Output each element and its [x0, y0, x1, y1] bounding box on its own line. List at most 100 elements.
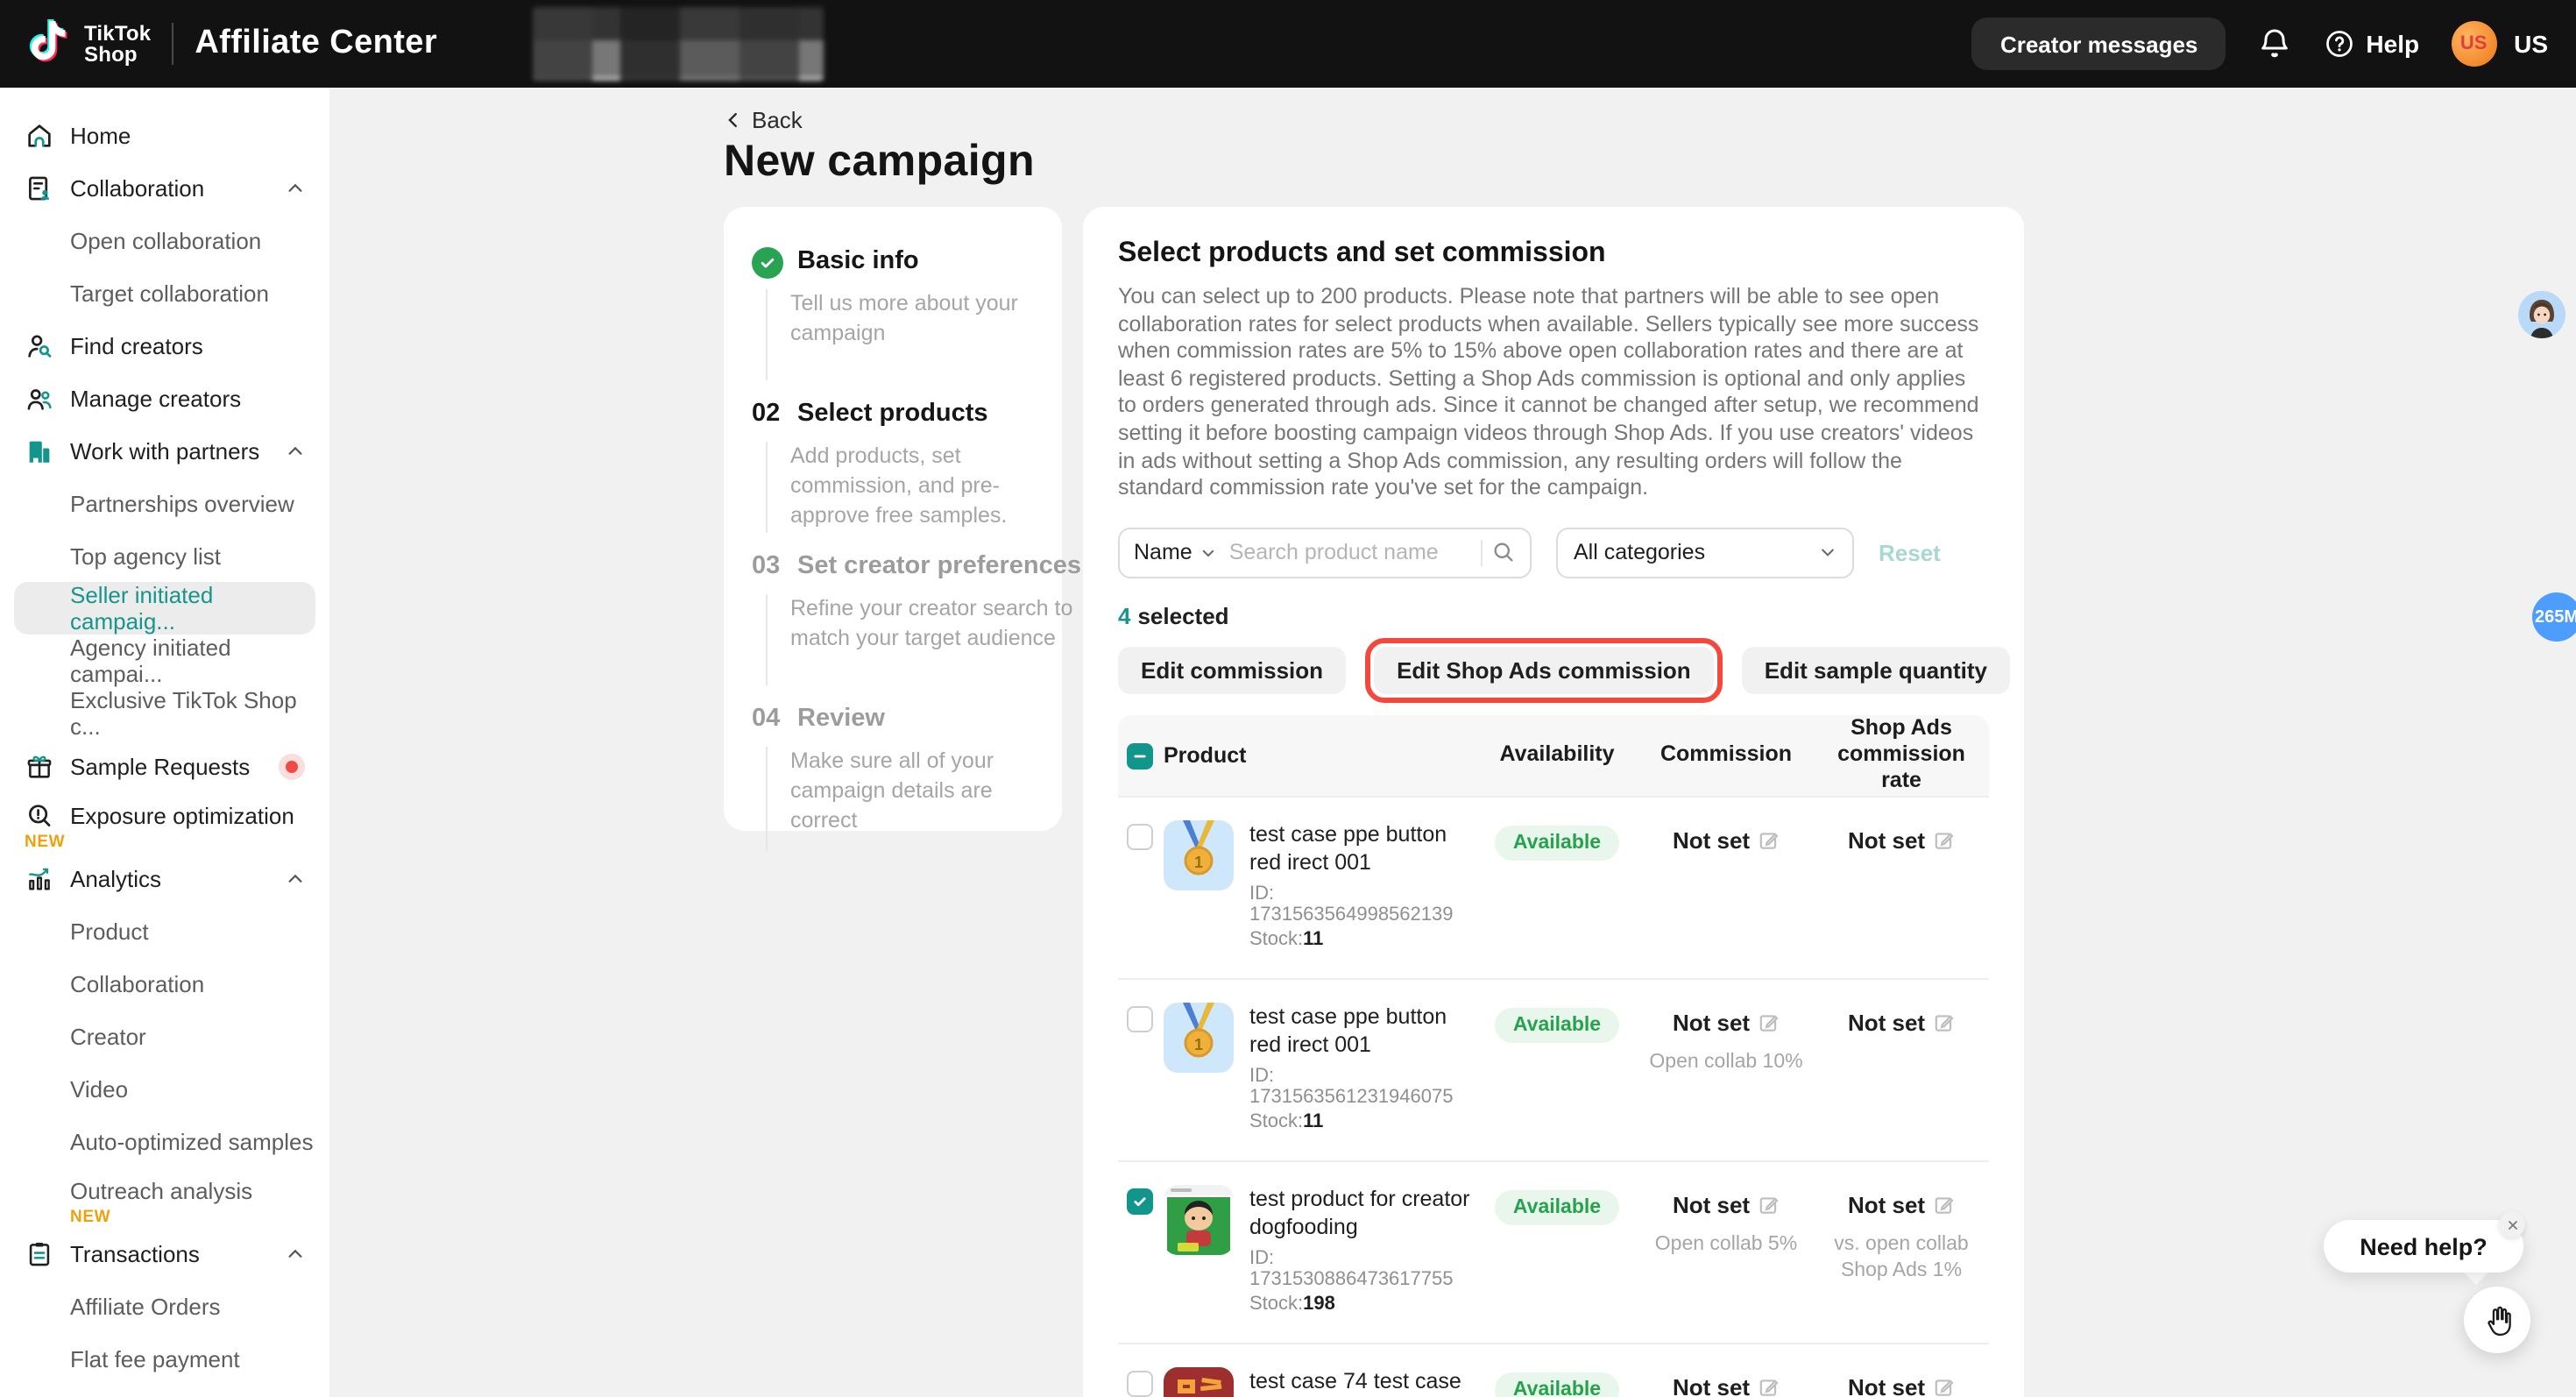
- sidebar-item-exclusive-tiktok-shop[interactable]: Exclusive TikTok Shop c...: [0, 687, 329, 740]
- product-image-red-calligraphy: [1164, 1367, 1234, 1397]
- collaboration-icon: [25, 173, 54, 202]
- find-creators-icon: [25, 330, 54, 360]
- sidebar-nav: Home Collaboration Open collaboration Ta…: [0, 88, 329, 1397]
- product-image-medal: 1: [1164, 820, 1234, 890]
- sidebar-item-work-with-partners[interactable]: Work with partners: [0, 424, 329, 477]
- count-badge[interactable]: 265M: [2532, 592, 2576, 642]
- help-button[interactable]: Help: [2324, 28, 2419, 60]
- edit-commission-icon[interactable]: [1757, 1011, 1780, 1034]
- chevron-up-icon: [286, 178, 305, 197]
- svg-text:1: 1: [1194, 854, 1203, 871]
- sidebar-item-analytics[interactable]: Analytics: [0, 852, 329, 904]
- edit-shop-ads-icon[interactable]: [1932, 1194, 1955, 1216]
- close-icon[interactable]: [2499, 1211, 2525, 1237]
- analytics-icon: [25, 863, 54, 893]
- panel-description: You can select up to 200 products. Pleas…: [1118, 284, 1989, 503]
- sidebar-item-sample-requests[interactable]: Sample Requests: [0, 740, 329, 792]
- sidebar-item-open-collaboration[interactable]: Open collaboration: [0, 214, 329, 266]
- sidebar-item-flat-fee-payment[interactable]: Flat fee payment: [0, 1332, 329, 1385]
- edit-shop-ads-icon[interactable]: [1932, 1011, 1955, 1034]
- step-review: 04 Review Make sure all of your campaign…: [752, 703, 1034, 869]
- sidebar-item-target-collaboration[interactable]: Target collaboration: [0, 266, 329, 319]
- sidebar-item-affiliate-orders[interactable]: Affiliate Orders: [0, 1280, 329, 1332]
- app-window: TikTok Shop Affiliate Center Creator mes…: [0, 0, 2576, 1397]
- notification-dot-badge: [279, 753, 305, 779]
- sidebar-item-manage-creators[interactable]: Manage creators: [0, 372, 329, 424]
- sidebar-item-analytics-product[interactable]: Product: [0, 904, 329, 957]
- selection-count: 4selected: [1118, 603, 1989, 629]
- edit-shop-ads-icon[interactable]: [1932, 829, 1955, 852]
- need-help-bubble[interactable]: Need help?: [2324, 1220, 2523, 1273]
- table-row: test product for creator dogfooding ID: …: [1118, 1160, 1989, 1343]
- gift-icon: [25, 751, 54, 781]
- brand-logo[interactable]: TikTok Shop: [0, 18, 151, 70]
- edit-sample-quantity-button[interactable]: Edit sample quantity: [1742, 647, 2010, 694]
- sidebar-item-auto-optimized-samples[interactable]: Auto-optimized samples: [0, 1115, 329, 1167]
- help-hand-button[interactable]: [2464, 1287, 2530, 1353]
- panel-heading: Select products and set commission: [1118, 238, 1989, 270]
- assistant-avatar[interactable]: [2518, 291, 2565, 338]
- product-image-cartoon: [1164, 1185, 1234, 1255]
- user-avatar[interactable]: US: [2451, 21, 2496, 67]
- edit-commission-icon[interactable]: [1757, 1194, 1780, 1216]
- availability-badge: Available: [1496, 1372, 1618, 1397]
- sidebar-item-partnerships-overview[interactable]: Partnerships overview: [0, 477, 329, 529]
- products-table: Product Availability Commission Shop Ads…: [1118, 715, 1989, 1397]
- table-row: test case 74 test case 74 test case 74 A…: [1118, 1343, 1989, 1397]
- chevron-up-icon: [286, 869, 305, 888]
- sidebar-item-analytics-collaboration[interactable]: Collaboration: [0, 957, 329, 1010]
- edit-commission-button[interactable]: Edit commission: [1118, 647, 1346, 694]
- exposure-optimization-icon: [25, 800, 54, 830]
- user-region-label: US: [2514, 30, 2548, 58]
- back-link[interactable]: Back: [724, 105, 2576, 133]
- sidebar-item-analytics-creator[interactable]: Creator: [0, 1010, 329, 1062]
- creator-messages-button[interactable]: Creator messages: [1972, 18, 2226, 70]
- notifications-bell-icon[interactable]: [2257, 26, 2292, 61]
- sidebar-item-home[interactable]: Home: [0, 109, 329, 161]
- filter-bar: Name All categories Reset: [1118, 528, 1989, 578]
- raised-hand-icon: [2479, 1301, 2516, 1338]
- page-title: New campaign: [724, 137, 2576, 189]
- sidebar-item-agency-initiated-campaigns[interactable]: Agency initiated campai...: [0, 635, 329, 687]
- search-icon[interactable]: [1491, 541, 1516, 565]
- select-all-checkbox[interactable]: [1127, 744, 1153, 770]
- reset-filters-button[interactable]: Reset: [1879, 540, 1941, 566]
- availability-badge: Available: [1496, 1008, 1618, 1043]
- row-checkbox[interactable]: [1127, 1371, 1153, 1397]
- chevron-up-icon: [286, 441, 305, 460]
- bulk-actions: Edit commission Edit Shop Ads commission…: [1118, 647, 1989, 694]
- transactions-icon: [25, 1238, 54, 1268]
- select-products-panel: Select products and set commission You c…: [1083, 207, 2024, 1397]
- edit-shop-ads-icon[interactable]: [1932, 1376, 1955, 1397]
- sidebar-item-seller-initiated-campaigns[interactable]: Seller initiated campaig...: [14, 582, 315, 635]
- table-header-row: Product Availability Commission Shop Ads…: [1118, 715, 1989, 796]
- sidebar-item-find-creators[interactable]: Find creators: [0, 319, 329, 372]
- svg-text:1: 1: [1194, 1036, 1203, 1053]
- sidebar-item-top-agency-list[interactable]: Top agency list: [0, 529, 329, 582]
- sidebar-item-transactions[interactable]: Transactions: [0, 1227, 329, 1280]
- row-checkbox-checked[interactable]: [1127, 1188, 1153, 1215]
- edit-commission-icon[interactable]: [1757, 1376, 1780, 1397]
- chevron-down-icon: [1201, 545, 1217, 561]
- tiktok-logo-icon: [25, 18, 70, 70]
- redacted-block: [533, 7, 824, 81]
- sidebar-item-collaboration[interactable]: Collaboration: [0, 161, 329, 214]
- edit-commission-icon[interactable]: [1757, 829, 1780, 852]
- edit-shop-ads-commission-button[interactable]: Edit Shop Ads commission: [1374, 647, 1714, 694]
- search-field-selector[interactable]: Name: [1134, 541, 1192, 565]
- category-select[interactable]: All categories: [1556, 528, 1854, 578]
- row-checkbox[interactable]: [1127, 1006, 1153, 1032]
- new-badge: NEW: [70, 1207, 110, 1226]
- brand-divider: [172, 23, 173, 65]
- availability-badge: Available: [1496, 826, 1618, 861]
- annotation-highlight-ring: Edit Shop Ads commission: [1365, 638, 1723, 703]
- main-content: Back New campaign Basic info Tell us mor…: [329, 88, 2576, 1397]
- row-checkbox[interactable]: [1127, 824, 1153, 850]
- step-select-products: 02 Select products Add products, set com…: [752, 398, 1034, 550]
- new-badge: NEW: [25, 832, 65, 851]
- sidebar-item-analytics-video[interactable]: Video: [0, 1062, 329, 1115]
- search-input[interactable]: [1226, 539, 1472, 567]
- campaign-steps-panel: Basic info Tell us more about your campa…: [724, 207, 1062, 831]
- partners-building-icon: [25, 436, 54, 465]
- chevron-up-icon: [286, 1244, 305, 1263]
